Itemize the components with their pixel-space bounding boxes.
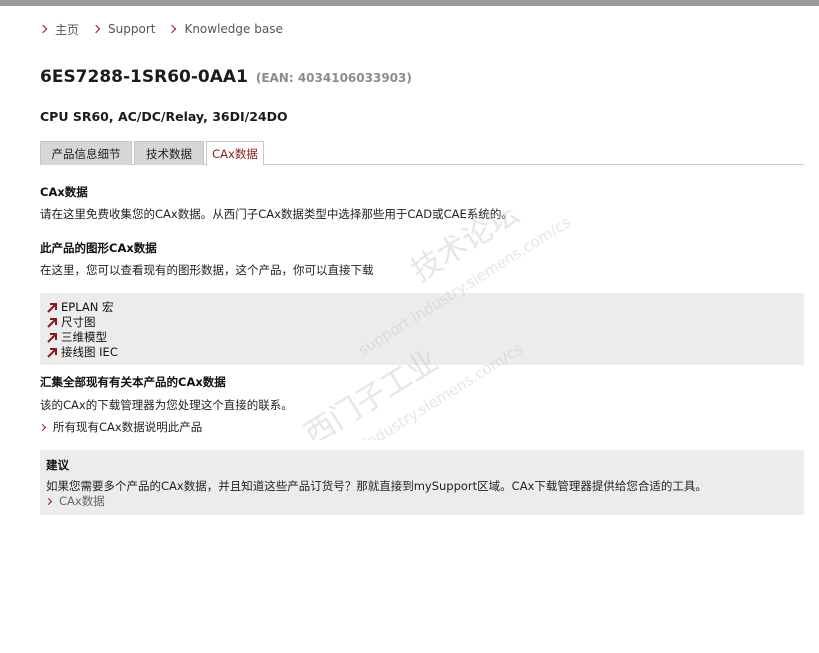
advice-panel: 建议 如果您需要多个产品的CAx数据，并且知道这些产品订货号？那就直接到mySu… <box>40 450 804 515</box>
product-ean: (EAN: 4034106033903) <box>255 71 412 85</box>
link-3d-model[interactable]: 三维模型 <box>46 329 107 345</box>
breadcrumb-support[interactable]: Support <box>91 22 156 36</box>
link-label: 尺寸图 <box>61 315 96 329</box>
external-arrow-icon <box>47 347 57 358</box>
chevron-right-icon <box>44 497 53 505</box>
link-wiring-diagram-iec[interactable]: 接线图 IEC <box>46 344 118 360</box>
link-all-cax-data[interactable]: 所有现有CAx数据说明此产品 <box>38 419 203 435</box>
chevron-right-icon <box>38 423 47 431</box>
breadcrumb-home[interactable]: 主页 <box>38 21 80 38</box>
link-dimension-drawing[interactable]: 尺寸图 <box>46 314 96 330</box>
top-bar <box>0 0 819 6</box>
link-eplan-macro[interactable]: EPLAN 宏 <box>46 299 114 315</box>
chevron-right-icon <box>91 24 101 34</box>
link-label: EPLAN 宏 <box>61 300 114 314</box>
section-heading-graphic: 此产品的图形CAx数据 <box>40 241 157 255</box>
section-text-graphic: 在这里，您可以查看现有的图形数据，这个产品，你可以直接下载 <box>40 263 374 277</box>
breadcrumb: 主页 Support Knowledge base <box>38 20 297 38</box>
product-number: 6ES7288-1SR60-0AA1 <box>40 67 248 87</box>
external-arrow-icon <box>47 317 57 328</box>
link-label: 所有现有CAx数据说明此产品 <box>53 420 203 434</box>
chevron-right-icon <box>38 24 48 34</box>
page-title: 6ES7288-1SR60-0AA1 (EAN: 4034106033903) <box>40 67 412 87</box>
chevron-right-icon <box>168 24 177 34</box>
tab-bar: 产品信息细节 技术数据 CAx数据 <box>40 141 804 166</box>
external-arrow-icon <box>47 302 57 313</box>
section-heading-cax: CAx数据 <box>40 185 88 199</box>
breadcrumb-label: Support <box>108 22 156 36</box>
section-heading-collect: 汇集全部现有有关本产品的CAx数据 <box>40 375 226 389</box>
link-label: CAx数据 <box>59 494 105 508</box>
product-subtitle: CPU SR60, AC/DC/Relay, 36DI/24DO <box>40 109 288 124</box>
section-text-collect: 该的CAx的下载管理器为您处理这个直接的联系。 <box>40 398 293 412</box>
breadcrumb-knowledge-base[interactable]: Knowledge base <box>168 22 283 36</box>
advice-title: 建议 <box>46 458 69 472</box>
advice-text: 如果您需要多个产品的CAx数据，并且知道这些产品订货号？那就直接到mySuppo… <box>46 479 707 493</box>
breadcrumb-label: Knowledge base <box>184 22 283 36</box>
link-cax-data[interactable]: CAx数据 <box>44 493 105 509</box>
section-text-cax: 请在这里免费收集您的CAx数据。从西门子CAx数据类型中选择那些用于CAD或CA… <box>40 207 513 221</box>
tab-technical-data[interactable]: 技术数据 <box>134 141 204 165</box>
tab-product-info[interactable]: 产品信息细节 <box>40 141 132 165</box>
external-arrow-icon <box>47 332 57 343</box>
link-label: 接线图 IEC <box>61 345 118 359</box>
breadcrumb-label: 主页 <box>55 22 80 37</box>
link-label: 三维模型 <box>61 330 107 344</box>
tab-cax-data[interactable]: CAx数据 <box>206 141 264 166</box>
graphic-links-panel: EPLAN 宏 尺寸图 三维模型 接线图 IEC <box>40 293 804 365</box>
